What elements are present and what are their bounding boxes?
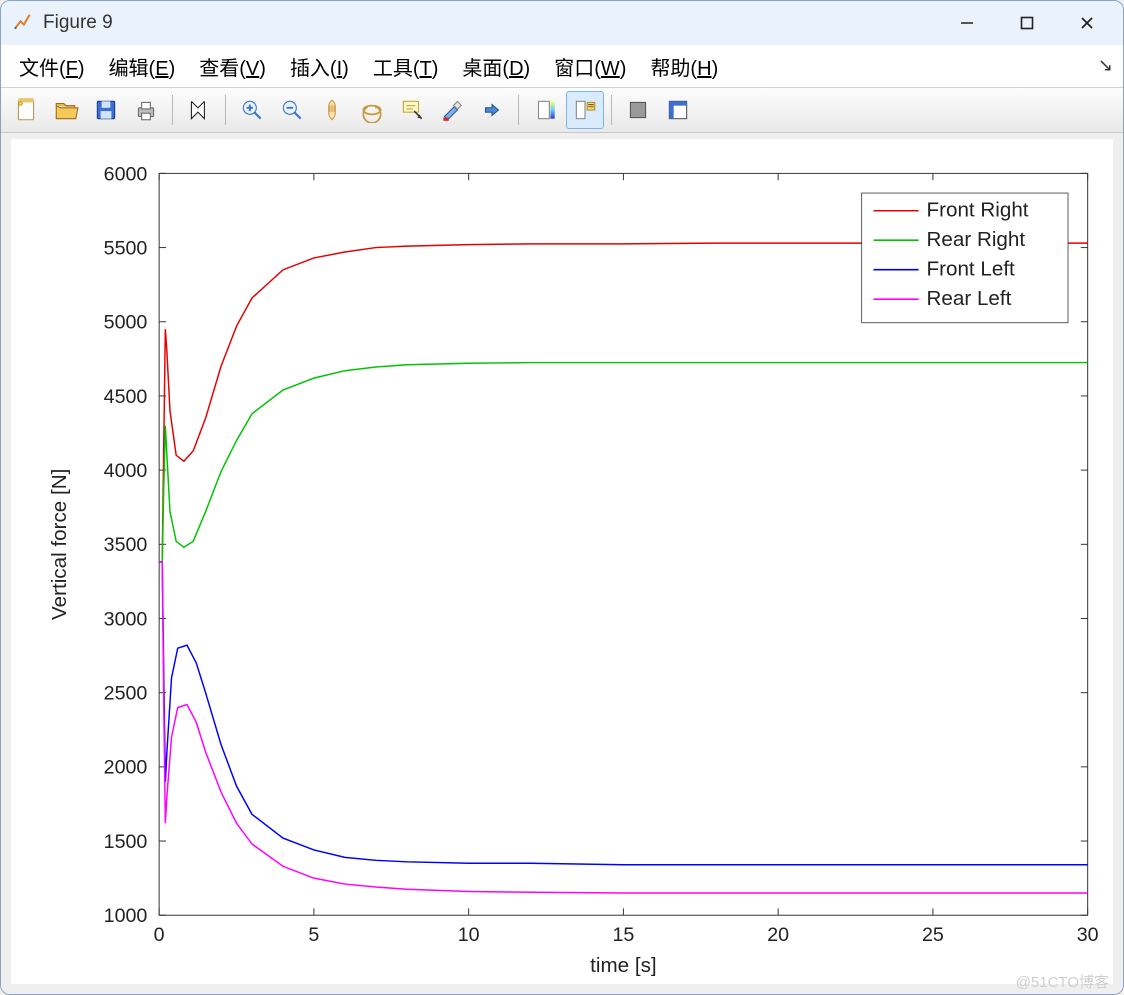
svg-text:4000: 4000	[104, 460, 148, 482]
pan-icon[interactable]	[313, 91, 351, 129]
svg-text:3500: 3500	[104, 534, 148, 556]
menu-t[interactable]: 工具(T)	[361, 52, 451, 81]
axes[interactable]: 0 5 10 15 20 25 30 1000 1500 2000 2500 3000 3500 4000…	[11, 139, 1113, 984]
zoom-out-icon[interactable]	[273, 91, 311, 129]
minimize-button[interactable]	[937, 1, 997, 45]
brush-icon[interactable]	[433, 91, 471, 129]
legend[interactable]: Front Right Rear Right Front Left Rear Left	[862, 193, 1068, 323]
legend-entry: Front Left	[927, 258, 1016, 281]
y-label: Vertical force [N]	[48, 469, 71, 620]
toolbar-separator	[172, 95, 173, 125]
svg-text:25: 25	[922, 924, 944, 946]
x-label: time [s]	[590, 954, 656, 977]
print-icon[interactable]	[127, 91, 165, 129]
toolbar-separator	[225, 95, 226, 125]
svg-text:2000: 2000	[104, 757, 148, 779]
figure-area: 0 5 10 15 20 25 30 1000 1500 2000 2500 3000 3500 4000…	[1, 133, 1123, 994]
link-plots-icon[interactable]	[473, 91, 511, 129]
legend-entry: Rear Left	[927, 287, 1012, 310]
save-icon[interactable]	[87, 91, 125, 129]
legend-entry: Front Right	[927, 199, 1029, 222]
titlebar: Figure 9	[1, 1, 1123, 45]
menu-e[interactable]: 编辑(E)	[97, 52, 188, 81]
svg-text:2500: 2500	[104, 683, 148, 705]
svg-text:6000: 6000	[104, 163, 148, 185]
show-plot-tools-icon[interactable]	[659, 91, 697, 129]
svg-text:5: 5	[308, 924, 319, 946]
window-controls	[937, 1, 1117, 45]
svg-text:0: 0	[154, 924, 165, 946]
colorbar-icon[interactable]	[526, 91, 564, 129]
zoom-in-icon[interactable]	[233, 91, 271, 129]
svg-text:1500: 1500	[104, 831, 148, 853]
svg-text:3000: 3000	[104, 608, 148, 630]
svg-text:30: 30	[1077, 924, 1099, 946]
close-button[interactable]	[1057, 1, 1117, 45]
legend-icon[interactable]	[566, 91, 604, 129]
svg-text:5000: 5000	[104, 312, 148, 334]
matlab-icon	[13, 13, 33, 33]
data-cursor-icon[interactable]	[393, 91, 431, 129]
dock-arrow-icon[interactable]: ↘	[1098, 55, 1113, 76]
rotate-3d-icon[interactable]	[353, 91, 391, 129]
menu-v[interactable]: 查看(V)	[187, 52, 278, 81]
svg-text:4500: 4500	[104, 386, 148, 408]
hide-plot-tools-icon[interactable]	[619, 91, 657, 129]
menu-f[interactable]: 文件(F)	[7, 52, 97, 81]
window-title: Figure 9	[43, 12, 113, 34]
menu-h[interactable]: 帮助(H)	[638, 52, 730, 81]
new-figure-icon[interactable]	[7, 91, 45, 129]
menu-i[interactable]: 插入(I)	[278, 52, 361, 81]
edit-plot-icon[interactable]	[180, 91, 218, 129]
open-file-icon[interactable]	[47, 91, 85, 129]
toolbar-separator	[611, 95, 612, 125]
svg-text:10: 10	[458, 924, 480, 946]
axes-container: 0 5 10 15 20 25 30 1000 1500 2000 2500 3000 3500 4000…	[11, 139, 1113, 984]
svg-text:20: 20	[767, 924, 789, 946]
menubar: 文件(F)编辑(E)查看(V)插入(I)工具(T)桌面(D)窗口(W)帮助(H)…	[1, 45, 1123, 88]
svg-text:15: 15	[612, 924, 634, 946]
maximize-button[interactable]	[997, 1, 1057, 45]
svg-text:5500: 5500	[104, 237, 148, 259]
figure-window: Figure 9 文件(F)编辑(E)查看(V)插入(I)工具(T)桌面(D)窗…	[0, 0, 1124, 995]
legend-entry: Rear Right	[927, 228, 1026, 251]
svg-text:1000: 1000	[104, 905, 148, 927]
menu-d[interactable]: 桌面(D)	[450, 52, 542, 81]
menu-w[interactable]: 窗口(W)	[542, 52, 638, 81]
toolbar	[1, 88, 1123, 133]
toolbar-separator	[518, 95, 519, 125]
